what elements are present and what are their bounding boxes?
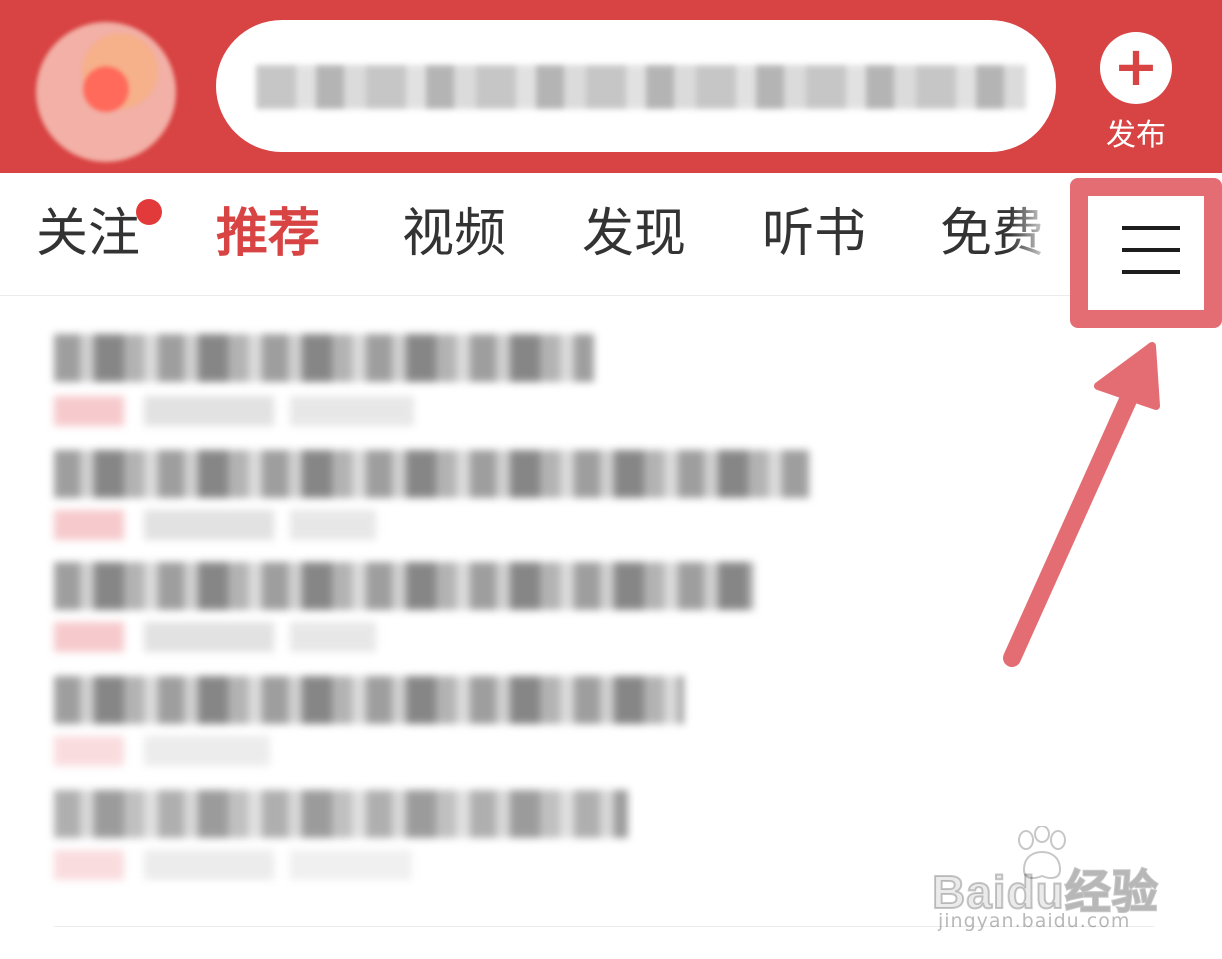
search-placeholder-blurred bbox=[256, 65, 1026, 109]
publish-label: 发布 bbox=[1106, 118, 1166, 153]
notification-dot bbox=[136, 199, 162, 225]
feed-title-blurred bbox=[54, 676, 684, 724]
feed-meta-blurred bbox=[54, 850, 412, 880]
watermark-url: jingyan.baidu.com bbox=[938, 910, 1131, 932]
tab-audiobook[interactable]: 听书 bbox=[762, 203, 866, 265]
tab-follow[interactable]: 关注 bbox=[36, 203, 140, 265]
annotation-arrow bbox=[1003, 342, 1160, 667]
top-header: + 发布 bbox=[0, 0, 1222, 173]
user-avatar[interactable] bbox=[36, 22, 176, 162]
feed-title-blurred bbox=[54, 790, 628, 838]
feed-meta-blurred bbox=[54, 510, 376, 540]
feed-meta-blurred bbox=[54, 396, 414, 426]
news-feed bbox=[54, 326, 834, 886]
feed-title-blurred bbox=[54, 334, 594, 382]
feed-title-blurred bbox=[54, 562, 754, 610]
tab-discover[interactable]: 发现 bbox=[582, 203, 686, 265]
search-bar[interactable] bbox=[216, 20, 1056, 152]
tab-recommend[interactable]: 推荐 bbox=[216, 203, 320, 265]
feed-meta-blurred bbox=[54, 622, 376, 652]
channel-menu-button-highlight[interactable] bbox=[1070, 178, 1222, 328]
publish-button[interactable]: + 发布 bbox=[1096, 28, 1176, 153]
baidu-jingyan-watermark: Baidu经验 jingyan.baidu.com bbox=[931, 826, 1162, 936]
feed-meta-blurred bbox=[54, 736, 270, 766]
hamburger-menu-icon[interactable] bbox=[1122, 222, 1182, 278]
publish-icon-circle: + bbox=[1100, 32, 1172, 104]
channel-tabs: 关注 推荐 视频 发现 听书 免费 bbox=[0, 173, 1222, 296]
tab-video[interactable]: 视频 bbox=[402, 203, 506, 265]
tabs-fade bbox=[1010, 173, 1072, 293]
feed-title-blurred bbox=[54, 450, 810, 498]
plus-icon: + bbox=[1113, 35, 1159, 98]
